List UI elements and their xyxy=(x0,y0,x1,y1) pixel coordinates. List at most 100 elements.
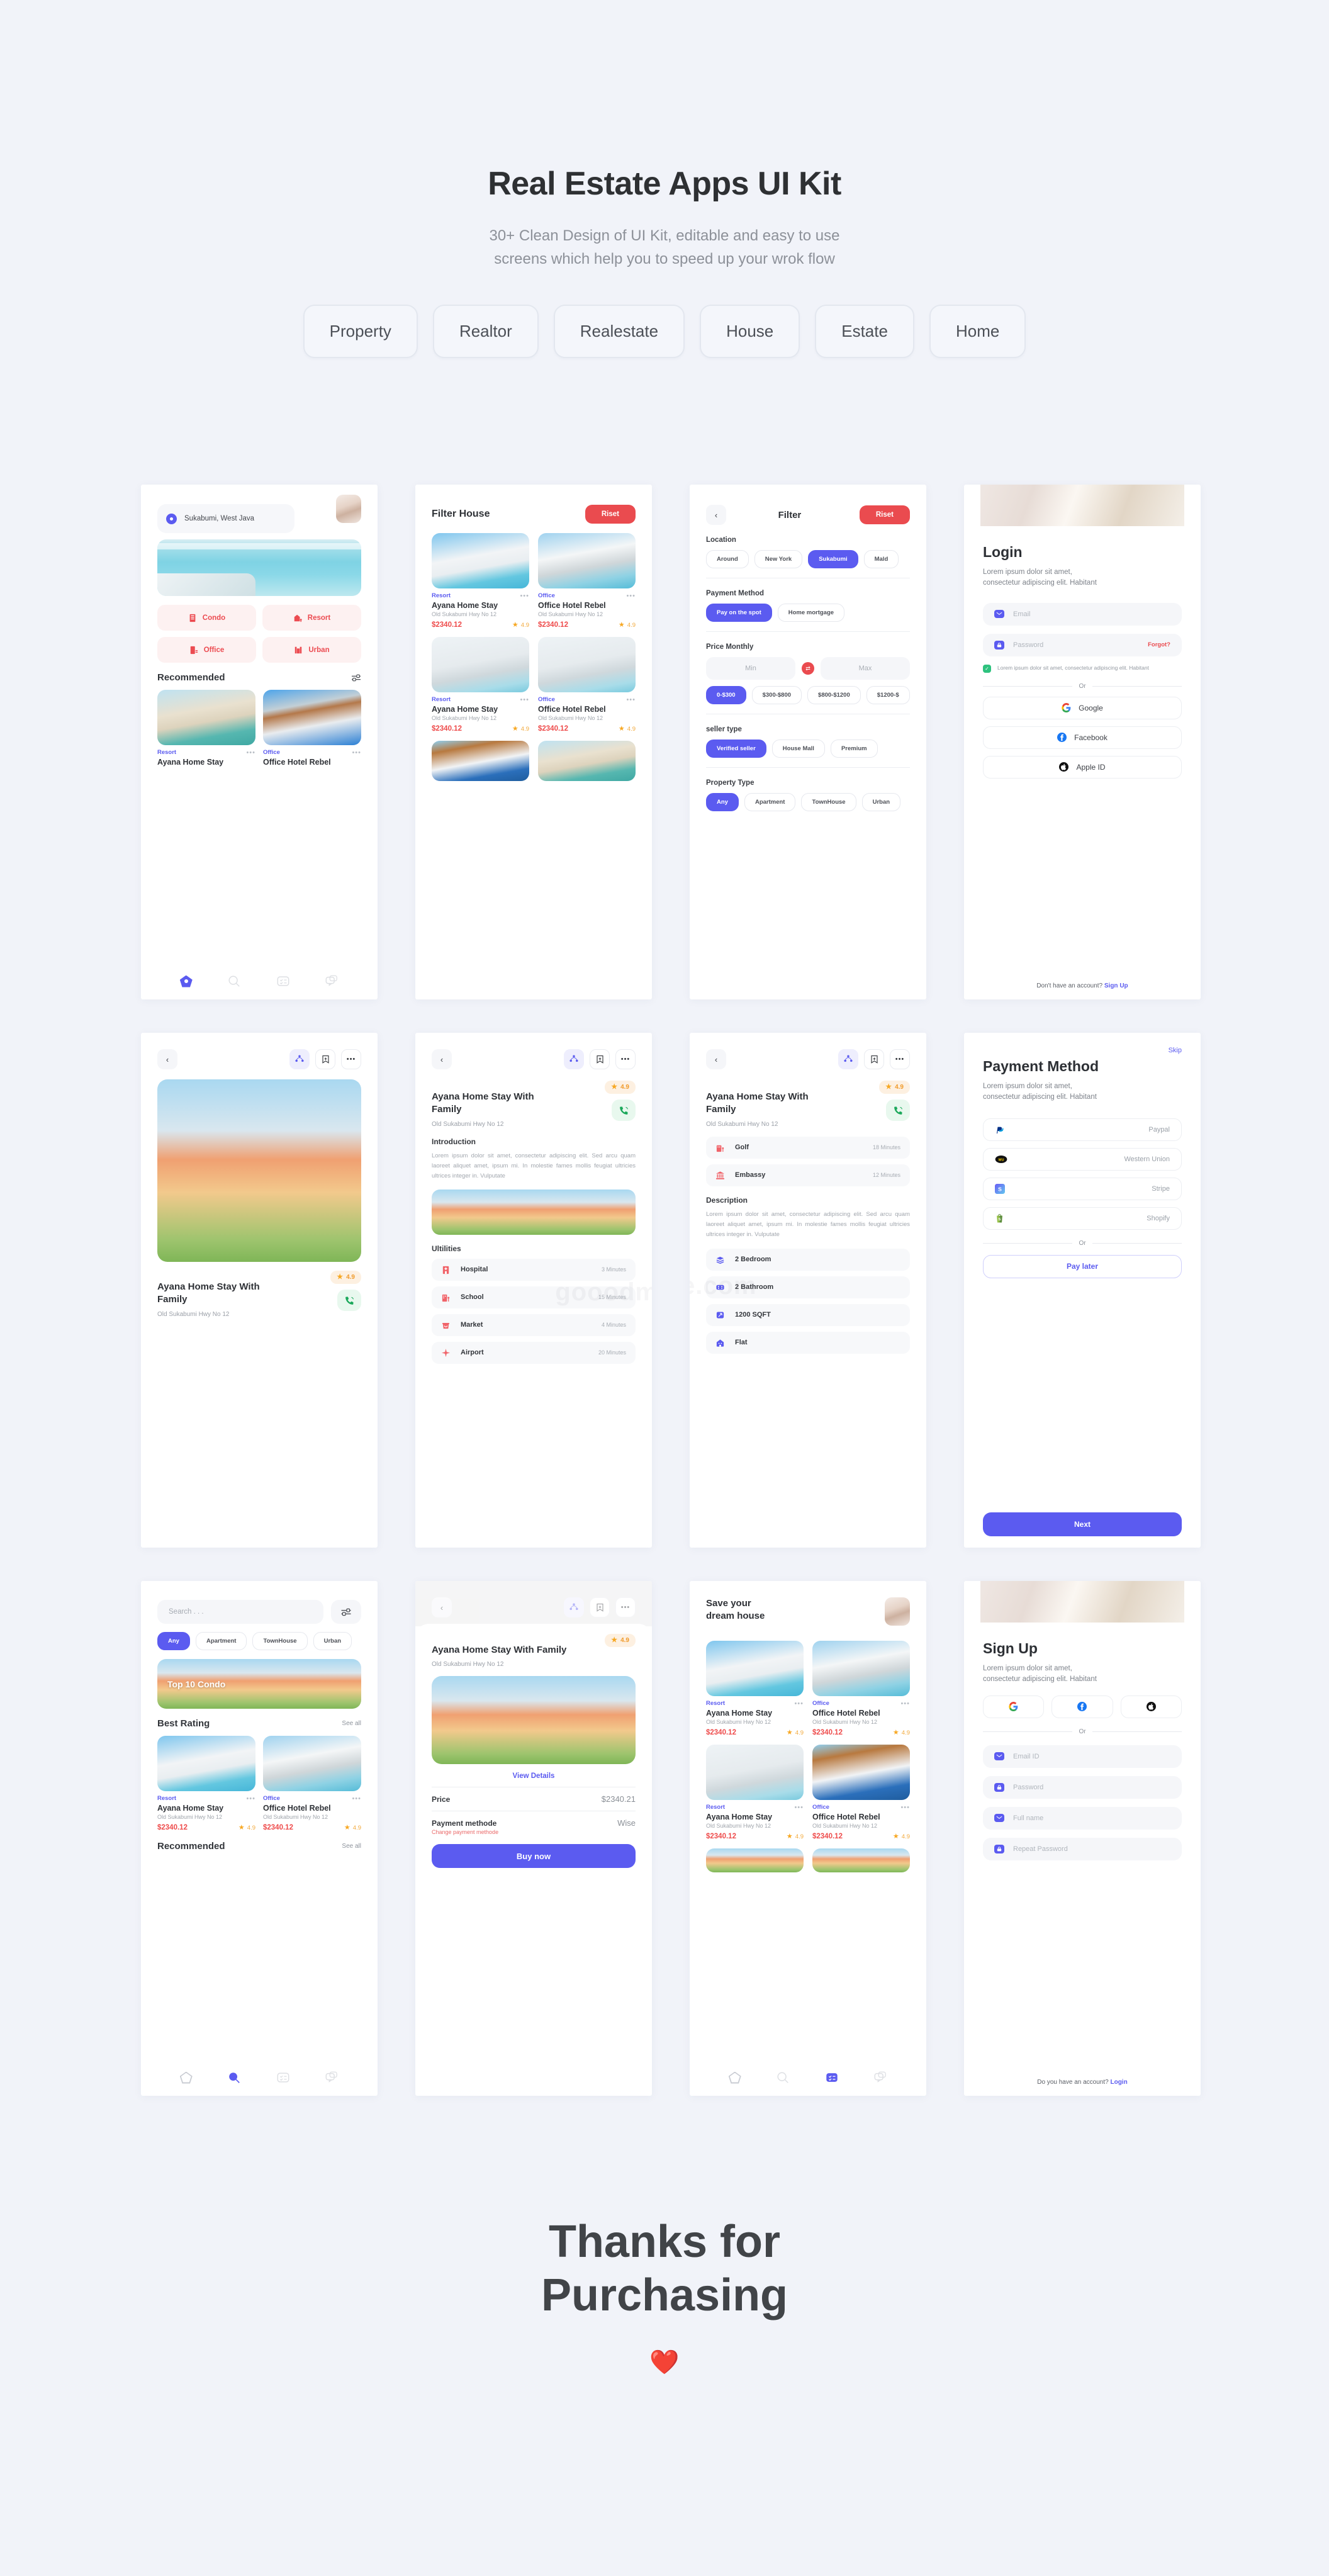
call-button[interactable] xyxy=(886,1100,910,1121)
password-field[interactable]: Password Forgot? xyxy=(983,633,1182,656)
share-button[interactable] xyxy=(289,1049,310,1069)
list-icon[interactable] xyxy=(276,2071,290,2084)
utility-row[interactable]: Hospital 3 Minutes xyxy=(432,1258,636,1281)
chip-price-800-1200[interactable]: $800-$1200 xyxy=(807,686,861,704)
chip-maldives[interactable]: Mald xyxy=(863,550,899,568)
view-details-link[interactable]: View Details xyxy=(432,1772,636,1780)
back-button[interactable]: ‹ xyxy=(706,505,726,525)
payment-option-western-union[interactable]: WU Western Union xyxy=(983,1147,1182,1171)
forgot-password-link[interactable]: Forgot? xyxy=(1148,641,1170,648)
checkbox[interactable]: ✓ xyxy=(983,664,991,673)
chip-price-300-800[interactable]: $300-$800 xyxy=(751,686,802,704)
spec-row[interactable]: 2 Bathroom xyxy=(706,1276,910,1298)
more-button[interactable]: ••• xyxy=(615,1597,636,1617)
see-all-link[interactable]: See all xyxy=(342,1720,361,1727)
back-button[interactable]: ‹ xyxy=(432,1597,452,1617)
search-input[interactable]: Search . . . xyxy=(157,1600,323,1624)
email-id-field[interactable]: Email ID xyxy=(983,1745,1182,1768)
more-icon[interactable]: ••• xyxy=(246,1795,255,1802)
utility-row[interactable]: Golf 18 Minutes xyxy=(706,1136,910,1159)
more-icon[interactable]: ••• xyxy=(900,1700,910,1707)
email-field[interactable]: Email xyxy=(983,602,1182,626)
property-card[interactable]: Office ••• Office Hotel Rebel xyxy=(263,690,361,767)
more-icon[interactable]: ••• xyxy=(626,592,636,599)
signup-facebook-button[interactable] xyxy=(1051,1695,1113,1718)
filter-icon[interactable] xyxy=(351,673,361,682)
call-button[interactable] xyxy=(612,1100,636,1121)
chip-house-mall[interactable]: House Mall xyxy=(771,740,825,758)
see-all-link[interactable]: See all xyxy=(342,1843,361,1850)
payment-option-shopify[interactable]: S Shopify xyxy=(983,1206,1182,1230)
category-urban[interactable]: Urban xyxy=(262,637,361,663)
property-card[interactable]: Office ••• Office Hotel Rebel Old Sukabum… xyxy=(538,533,636,629)
nav-home[interactable] xyxy=(728,2071,741,2084)
property-card[interactable]: Resort ••• Ayana Home Stay Old Sukabumi H… xyxy=(706,1745,804,1840)
share-button[interactable] xyxy=(838,1049,858,1069)
payment-option-stripe[interactable]: S Stripe xyxy=(983,1177,1182,1200)
property-image[interactable] xyxy=(706,1848,804,1872)
chip-price-1200-plus[interactable]: $1200-$ xyxy=(866,686,910,704)
chip-new-york[interactable]: New York xyxy=(754,550,803,568)
spec-row[interactable]: 1200 SQFT xyxy=(706,1303,910,1326)
utility-row[interactable]: Embassy 12 Minutes xyxy=(706,1164,910,1186)
payment-option-paypal[interactable]: Paypal xyxy=(983,1118,1182,1141)
utility-row[interactable]: Airport 20 Minutes xyxy=(432,1341,636,1364)
login-apple-button[interactable]: Apple ID xyxy=(983,755,1182,779)
utility-row[interactable]: Market 4 Minutes xyxy=(432,1313,636,1336)
property-image[interactable] xyxy=(432,741,529,781)
share-button[interactable] xyxy=(564,1597,584,1617)
search-icon[interactable] xyxy=(776,2071,790,2084)
property-card[interactable]: Resort ••• Ayana Home Stay Old Sukabumi H… xyxy=(432,533,529,629)
chip-urban[interactable]: Urban xyxy=(313,1632,352,1650)
bookmark-button[interactable] xyxy=(590,1597,610,1617)
bookmark-button[interactable] xyxy=(315,1049,335,1069)
category-condo[interactable]: Condo xyxy=(157,605,256,631)
buy-now-button[interactable]: Buy now xyxy=(432,1844,636,1869)
chip-premium[interactable]: Premium xyxy=(830,740,878,758)
chip-price-0-300[interactable]: 0-$300 xyxy=(706,686,746,704)
chip-verified-seller[interactable]: Verified seller xyxy=(706,740,766,758)
signup-link[interactable]: Sign Up xyxy=(1104,982,1128,989)
back-button[interactable]: ‹ xyxy=(706,1049,726,1069)
more-icon[interactable]: ••• xyxy=(246,749,255,756)
password-field[interactable]: Password xyxy=(983,1775,1182,1799)
more-button[interactable]: ••• xyxy=(615,1049,636,1069)
bookmark-button[interactable] xyxy=(864,1049,884,1069)
share-button[interactable] xyxy=(564,1049,584,1069)
nav-home[interactable] xyxy=(179,2071,193,2084)
chip-urban[interactable]: Urban xyxy=(861,793,901,811)
pay-later-button[interactable]: Pay later xyxy=(983,1254,1182,1278)
more-icon[interactable]: ••• xyxy=(520,696,529,703)
chip-sukabumi[interactable]: Sukabumi xyxy=(808,550,858,568)
chip-home-mortgage[interactable]: Home mortgage xyxy=(777,604,845,622)
nav-home[interactable] xyxy=(179,975,193,987)
tag-estate[interactable]: Estate xyxy=(815,305,914,359)
call-button[interactable] xyxy=(337,1290,361,1311)
category-resort[interactable]: Resort xyxy=(262,605,361,631)
property-card[interactable]: Resort ••• Ayana Home Stay Old Sukabumi H… xyxy=(706,1641,804,1736)
more-icon[interactable]: ••• xyxy=(900,1804,910,1811)
utility-row[interactable]: School 15 Minutes xyxy=(432,1286,636,1308)
list-icon[interactable] xyxy=(825,2071,839,2084)
more-icon[interactable]: ••• xyxy=(794,1804,804,1811)
tag-home[interactable]: Home xyxy=(929,305,1026,359)
search-icon[interactable] xyxy=(227,974,241,988)
bookmark-button[interactable] xyxy=(590,1049,610,1069)
tag-property[interactable]: Property xyxy=(303,305,418,359)
reset-button[interactable]: Riset xyxy=(585,505,636,524)
next-button[interactable]: Next xyxy=(983,1512,1182,1536)
more-icon[interactable]: ••• xyxy=(352,1795,361,1802)
chip-any[interactable]: Any xyxy=(157,1632,190,1650)
chip-around[interactable]: Around xyxy=(706,550,749,568)
property-card[interactable]: Office ••• Office Hotel Rebel Old Sukabum… xyxy=(812,1641,910,1736)
signup-apple-button[interactable] xyxy=(1120,1695,1182,1718)
chip-townhouse[interactable]: TownHouse xyxy=(801,793,856,811)
property-card[interactable]: Resort ••• Ayana Home Stay Old Sukabumi H… xyxy=(157,1736,255,1831)
avatar[interactable] xyxy=(885,1597,910,1626)
more-button[interactable]: ••• xyxy=(890,1049,910,1069)
chip-apartment[interactable]: Apartment xyxy=(744,793,796,811)
chip-pay-on-the-spot[interactable]: Pay on the spot xyxy=(706,604,772,622)
full-name-field[interactable]: Full name xyxy=(983,1806,1182,1830)
more-icon[interactable]: ••• xyxy=(626,696,636,703)
spec-row[interactable]: Flat xyxy=(706,1331,910,1354)
